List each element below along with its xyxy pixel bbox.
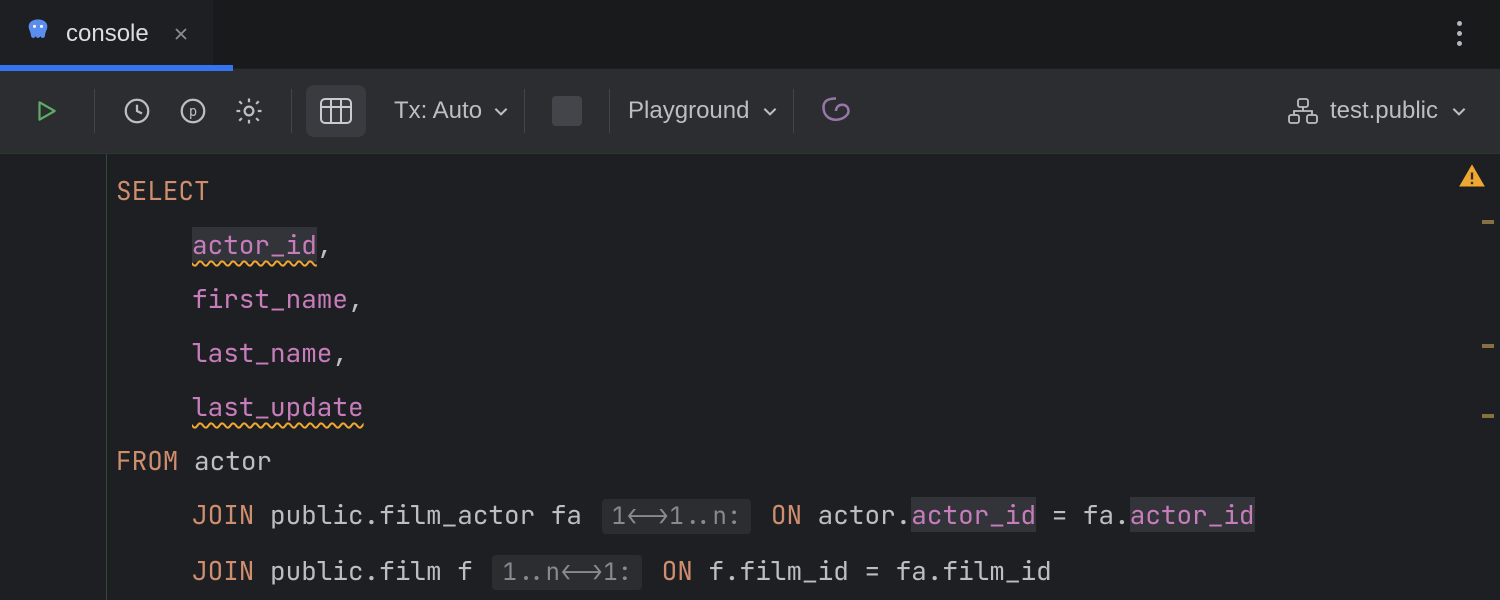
mode-label: Playground [628,97,749,125]
chevron-down-icon [1450,102,1468,120]
schema-label: test.public [1330,97,1438,125]
sql-editor[interactable]: SELECT actor_id, first_name, last_name, … [0,153,1500,600]
separator [793,89,794,133]
svg-text:p: p [189,104,197,120]
schema-icon [1288,98,1318,124]
warning-icon[interactable] [1458,162,1486,190]
history-icon[interactable] [109,83,165,139]
col-first_name: first_name [192,281,348,316]
explain-plan-icon[interactable]: p [165,83,221,139]
table-film_actor: public.film_actor fa [270,497,582,532]
chevron-down-icon [492,102,510,120]
output-grid-button[interactable] [306,85,366,137]
tab-title: console [66,20,149,48]
col-last_name: last_name [192,335,332,370]
kw-join: JOIN [192,497,254,532]
stop-icon [552,96,582,126]
chevron-down-icon [761,102,779,120]
tx-label: Tx: Auto [394,97,482,125]
editor-gutter [0,154,108,600]
kw-on: ON [662,553,693,588]
tx-mode-dropdown[interactable]: Tx: Auto [394,97,510,125]
separator [94,89,95,133]
table-film: public.film f [270,553,473,588]
code-area[interactable]: SELECT actor_id, first_name, last_name, … [108,154,1500,600]
table-actor: actor [194,443,272,478]
tab-bar-actions [1449,0,1500,68]
separator [524,89,525,133]
error-stripe [1488,194,1494,600]
run-button[interactable] [18,83,74,139]
kw-select: SELECT [116,173,210,208]
cardinality-hint: 1<->1..n: [602,499,752,534]
separator [609,89,610,133]
col-actor_id: actor_id [192,227,317,262]
col-last_update: last_update [192,389,364,424]
tab-console[interactable]: console [0,0,213,68]
session-mode-dropdown[interactable]: Playground [628,97,779,125]
more-icon[interactable] [1449,13,1470,54]
postgres-icon [24,17,52,50]
tab-bar: console [0,0,1500,68]
schema-dropdown[interactable]: test.public [1288,97,1468,125]
close-icon[interactable] [173,26,189,42]
kw-from: FROM [116,443,178,478]
kw-on: ON [771,497,802,532]
separator [291,89,292,133]
settings-icon[interactable] [221,83,277,139]
kw-join: JOIN [192,553,254,588]
cardinality-hint: 1..n<->1: [492,555,642,590]
toolbar: p Tx: Auto Playground test.public [0,68,1500,153]
stop-button[interactable] [539,83,595,139]
ai-assist-icon[interactable] [808,83,864,139]
